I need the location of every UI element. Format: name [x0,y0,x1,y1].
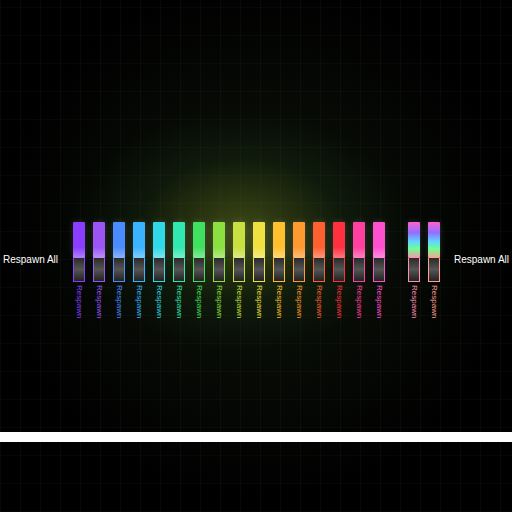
swatch-base [408,258,420,282]
respawn-button[interactable]: Respawn [274,285,284,327]
respawn-label-box: Respawn [428,285,440,327]
respawn-button[interactable]: Respawn [254,285,264,327]
respawn-panel: Respawn All RespawnRespawnRespawnRespawn… [0,0,512,512]
swatch-base [173,258,185,282]
respawn-all-button[interactable]: Respawn All [451,254,512,266]
swatch[interactable]: Respawn [193,222,205,327]
respawn-button[interactable]: Respawn [374,285,384,327]
swatch[interactable]: Respawn [313,222,325,327]
swatch[interactable]: Respawn [133,222,145,327]
swatch[interactable]: Respawn [353,222,365,327]
respawn-button[interactable]: Respawn [74,285,84,327]
respawn-label-box: Respawn [373,285,385,327]
respawn-label-box: Respawn [233,285,245,327]
respawn-label-box: Respawn [353,285,365,327]
swatch-color[interactable] [273,222,285,258]
swatch-base [213,258,225,282]
white-strip [0,432,512,442]
respawn-label-box: Respawn [93,285,105,327]
swatch[interactable]: Respawn [253,222,265,327]
swatch[interactable]: Respawn [233,222,245,327]
swatch-color[interactable] [408,222,420,258]
swatch-base [233,258,245,282]
swatch-base [93,258,105,282]
swatch-row: Respawn All RespawnRespawnRespawnRespawn… [0,222,512,327]
respawn-label-box: Respawn [73,285,85,327]
respawn-button[interactable]: Respawn [429,285,439,327]
swatch-spacer [393,222,400,327]
swatch[interactable]: Respawn [408,222,420,327]
swatch-color[interactable] [233,222,245,258]
swatch-color[interactable] [253,222,265,258]
swatch-color[interactable] [353,222,365,258]
respawn-label-box: Respawn [333,285,345,327]
respawn-label-box: Respawn [273,285,285,327]
swatch-color[interactable] [333,222,345,258]
swatch[interactable]: Respawn [273,222,285,327]
swatch-list: Respawn Respawn Respawn Respawn Respawn Respa… [73,222,440,327]
swatch-color[interactable] [313,222,325,258]
swatch[interactable]: Respawn [93,222,105,327]
swatch[interactable]: Respawn [428,222,440,327]
respawn-button[interactable]: Respawn [409,285,419,327]
respawn-button[interactable]: Respawn [354,285,364,327]
respawn-button[interactable]: Respawn [174,285,184,327]
swatch-base [153,258,165,282]
respawn-label-box: Respawn [253,285,265,327]
swatch-color[interactable] [173,222,185,258]
swatch-color[interactable] [113,222,125,258]
swatch-base [313,258,325,282]
respawn-label-box: Respawn [173,285,185,327]
swatch[interactable]: Respawn [113,222,125,327]
swatch[interactable]: Respawn [213,222,225,327]
respawn-label-box: Respawn [313,285,325,327]
swatch[interactable]: Respawn [293,222,305,327]
swatch-color[interactable] [73,222,85,258]
swatch-color[interactable] [93,222,105,258]
respawn-label-box: Respawn [113,285,125,327]
swatch-base [373,258,385,282]
respawn-label-box: Respawn [293,285,305,327]
swatch-base [193,258,205,282]
respawn-label-box: Respawn [133,285,145,327]
swatch-color[interactable] [373,222,385,258]
swatch-color[interactable] [293,222,305,258]
swatch-base [333,258,345,282]
respawn-button[interactable]: Respawn [114,285,124,327]
swatch[interactable]: Respawn [153,222,165,327]
respawn-button[interactable]: Respawn [294,285,304,327]
respawn-button[interactable]: Respawn [214,285,224,327]
swatch-color[interactable] [213,222,225,258]
swatch-base [293,258,305,282]
respawn-button[interactable]: Respawn [234,285,244,327]
swatch[interactable]: Respawn [333,222,345,327]
respawn-all-button[interactable]: Respawn All [0,254,61,266]
respawn-button[interactable]: Respawn [94,285,104,327]
respawn-button[interactable]: Respawn [314,285,324,327]
respawn-button[interactable]: Respawn [194,285,204,327]
swatch-color[interactable] [193,222,205,258]
swatch-base [113,258,125,282]
respawn-button[interactable]: Respawn [334,285,344,327]
swatch-base [253,258,265,282]
swatch-base [273,258,285,282]
respawn-label-box: Respawn [213,285,225,327]
swatch[interactable]: Respawn [373,222,385,327]
swatch[interactable]: Respawn [73,222,85,327]
respawn-label-box: Respawn [153,285,165,327]
respawn-label-box: Respawn [193,285,205,327]
swatch-color[interactable] [133,222,145,258]
swatch-color[interactable] [153,222,165,258]
swatch-base [428,258,440,282]
swatch-color[interactable] [428,222,440,258]
respawn-button[interactable]: Respawn [154,285,164,327]
swatch-base [353,258,365,282]
swatch-base [73,258,85,282]
respawn-label-box: Respawn [408,285,420,327]
swatch-base [133,258,145,282]
swatch[interactable]: Respawn [173,222,185,327]
respawn-button[interactable]: Respawn [134,285,144,327]
